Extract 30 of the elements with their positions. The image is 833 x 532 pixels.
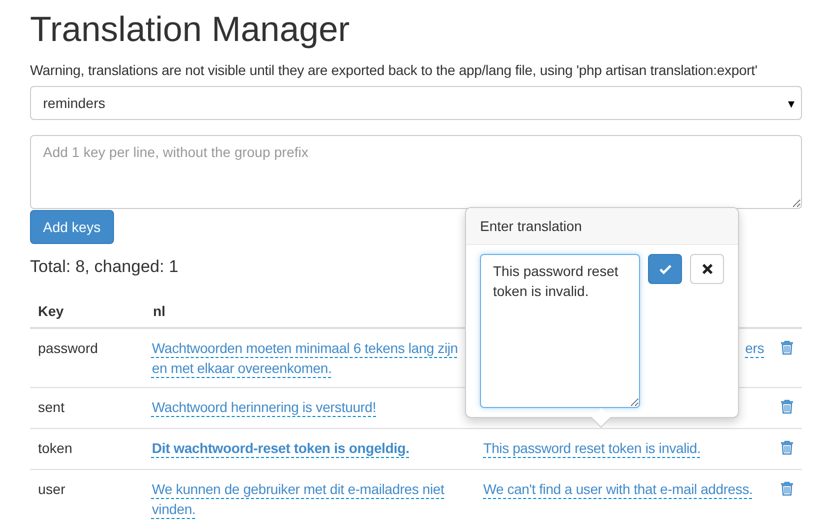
translation-link[interactable]: ers	[745, 338, 764, 358]
totals-text: Total: 8, changed: 1	[30, 257, 178, 277]
dropdown-arrow-icon: ▾	[788, 96, 795, 110]
close-icon[interactable]	[700, 263, 714, 275]
translation-link[interactable]: Wachtwoorden moeten minimaal 6 tekens lang zijn en met elkaar overeenkomen.	[152, 338, 468, 378]
translation-link[interactable]: Wachtwoord herinnering is verstuurd!	[152, 397, 376, 417]
confirm-button[interactable]	[648, 254, 682, 284]
trash-icon[interactable]	[780, 340, 794, 355]
column-header: nl	[152, 302, 166, 321]
add-keys-button[interactable]: Add keys	[30, 210, 114, 244]
page-title: Translation Manager	[30, 9, 351, 51]
key-cell-text: user	[37, 480, 66, 499]
translation-link[interactable]: We kunnen de gebruiker met dit e-mailadres niet vinden.	[152, 479, 468, 519]
key-cell-text: sent	[37, 398, 66, 417]
trash-icon[interactable]	[780, 399, 794, 414]
translation-link[interactable]: We can't find a user with that e-mail address.	[483, 479, 753, 499]
trash-icon[interactable]	[780, 440, 794, 455]
column-header: Key	[37, 302, 65, 321]
group-select[interactable]: reminders ▾	[30, 86, 802, 120]
translation-link[interactable]: Dit wachtwoord-reset token is ongeldig.	[152, 438, 410, 458]
translation-input-field[interactable]: This password reset token is invalid.	[480, 254, 640, 408]
key-cell-text: token	[37, 439, 74, 458]
warning-text: Warning, translations are not visible until they are exported back to the app/lang file, using 'php artisan translation:export'	[30, 62, 758, 78]
cancel-button[interactable]	[690, 254, 724, 284]
check-icon[interactable]	[658, 263, 672, 275]
translation-link[interactable]: This password reset token is invalid.	[483, 438, 701, 458]
keys-input-field[interactable]: Add 1 key per line, without the group prefix	[30, 135, 802, 209]
popover-title: Enter translation	[466, 208, 738, 245]
trash-icon[interactable]	[780, 481, 794, 496]
key-cell-text: password	[37, 339, 99, 358]
